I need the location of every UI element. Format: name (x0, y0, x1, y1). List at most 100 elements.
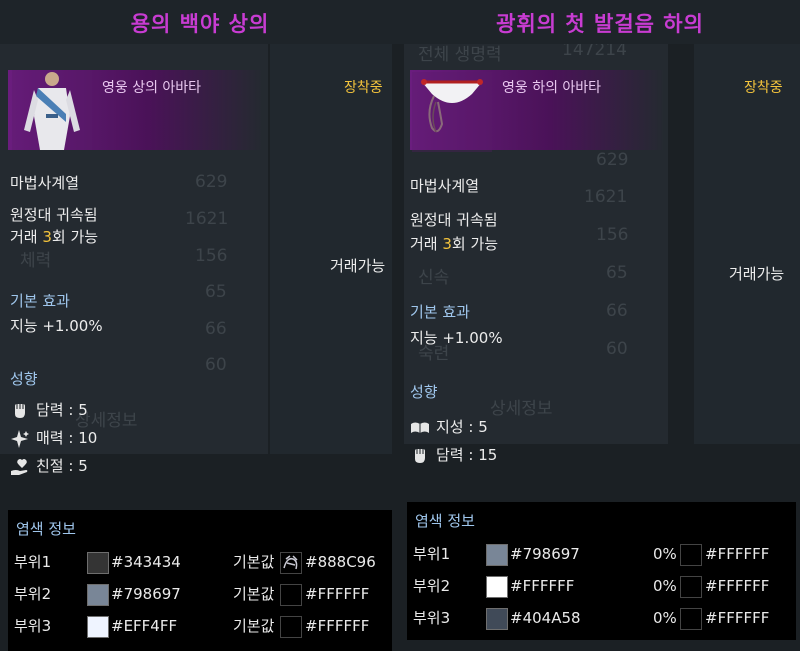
fist-icon (415, 448, 425, 463)
trade-suffix: 회 가능 (451, 235, 499, 253)
dye-color-code: #798697 (510, 545, 580, 563)
trait-label: 친절 : 5 (36, 457, 88, 475)
trait-label: 지성 : 5 (436, 418, 488, 436)
color-swatch (486, 544, 508, 566)
color-swatch (87, 584, 109, 606)
background-side-window (270, 44, 392, 454)
color-swatch (486, 576, 508, 598)
dye-color-code: #798697 (111, 585, 181, 603)
ghost-text: 66 (205, 319, 227, 339)
dye-part: 부위1 (413, 545, 451, 563)
book-icon (411, 422, 429, 433)
bind-status: 원정대 귀속됨 (410, 211, 498, 229)
ghost-text: 65 (205, 282, 227, 302)
item-category: 마법사계열 (10, 174, 80, 192)
tradable-status: 거래가능 (330, 257, 386, 275)
background-side-window (694, 44, 800, 444)
default-swatch (280, 584, 302, 606)
default-color-code: #FFFFFF (305, 617, 370, 635)
default-swatch (680, 544, 702, 566)
right-item-title: 광휘의 첫 발걸음 하의 (496, 12, 704, 36)
dye-part: 부위2 (413, 577, 451, 595)
basic-effect-heading: 기본 효과 (10, 292, 70, 310)
trait-heading: 성향 (10, 370, 38, 388)
pattern-swatch-icon (280, 552, 302, 574)
trade-count-number: 3 (42, 228, 52, 246)
dye-info-heading: 염색 정보 (16, 520, 76, 538)
fist-icon (15, 403, 25, 418)
dye-percent: 0% (653, 545, 677, 563)
trait-label: 담력 : 5 (36, 401, 88, 419)
dye-info-box: 염색 정보 부위1 #343434 기본값 #888C96 부위2 #79869… (8, 510, 392, 651)
item-category: 마법사계열 (410, 177, 480, 195)
default-label: 기본값 (233, 585, 275, 603)
dye-part: 부위3 (14, 617, 52, 635)
dye-info-box: 염색 정보 부위1 #798697 0% #FFFFFF 부위2 #FFFFFF… (407, 502, 796, 640)
item-thumbnail (412, 72, 492, 152)
trade-count: 거래 3회 가능 (10, 226, 98, 247)
default-label: 기본값 (233, 617, 275, 635)
trade-prefix: 거래 (410, 235, 443, 253)
ghost-text: 1621 (185, 209, 229, 229)
basic-effect-heading: 기본 효과 (410, 303, 470, 321)
sparkle-icon (11, 429, 29, 448)
dye-info-heading: 염색 정보 (415, 512, 475, 530)
trait-label: 매력 : 10 (36, 429, 98, 447)
dye-color-code: #EFF4FF (111, 617, 178, 635)
default-color-code: #FFFFFF (705, 545, 770, 563)
trade-suffix: 회 가능 (51, 228, 99, 246)
trait-item: 친절 : 5 (10, 455, 88, 477)
default-color-code: #888C96 (305, 553, 376, 571)
trade-prefix: 거래 (10, 228, 43, 246)
ghost-text: 629 (596, 150, 629, 170)
left-tooltip-panel: 629 1621 156 65 66 60 체력 상세정보 영웅 상의 아바타 … (0, 44, 392, 651)
trait-label: 담력 : 15 (436, 446, 498, 464)
avatar-grade-label: 영웅 하의 아바타 (502, 80, 602, 96)
ghost-text: 1621 (584, 187, 628, 207)
dye-percent: 0% (653, 609, 677, 627)
ghost-text: 전체 생명력 (418, 45, 502, 65)
dye-row: 부위1 (14, 551, 51, 573)
dye-percent: 0% (653, 577, 677, 595)
item-thumbnail (12, 70, 92, 150)
tradable-status: 거래가능 (729, 265, 785, 283)
dye-color-code: #FFFFFF (510, 577, 575, 595)
default-color-code: #FFFFFF (305, 585, 370, 603)
dye-part: 부위1 (14, 553, 52, 571)
dye-color-code: #404A58 (510, 609, 581, 627)
color-swatch (486, 608, 508, 630)
trait-heading: 성향 (410, 383, 438, 401)
dye-row: 부위2 (14, 583, 51, 605)
trade-count: 거래 3회 가능 (410, 233, 498, 254)
default-swatch (680, 576, 702, 598)
equipped-badge: 장착중 (744, 80, 783, 96)
bind-status: 원정대 귀속됨 (10, 206, 98, 224)
ghost-text: 156 (195, 246, 228, 266)
trait-item: 담력 : 5 (10, 399, 88, 421)
avatar-grade-label: 영웅 상의 아바타 (102, 80, 202, 96)
dye-part: 부위3 (413, 609, 451, 627)
ghost-text: 156 (596, 225, 629, 245)
trait-item: 담력 : 15 (410, 444, 497, 466)
dye-color-code: #343434 (111, 553, 181, 571)
ghost-text: 66 (606, 301, 628, 321)
ghost-text: 60 (205, 355, 227, 375)
default-color-code: #FFFFFF (705, 577, 770, 595)
left-item-title: 용의 백야 상의 (130, 12, 270, 36)
default-color-code: #FFFFFF (705, 609, 770, 627)
default-label: 기본값 (233, 553, 275, 571)
dye-part: 부위2 (14, 585, 52, 603)
basic-effect-value: 지능 +1.00% (10, 317, 103, 335)
equipped-badge: 장착중 (344, 80, 383, 96)
dye-row: 부위3 (14, 615, 51, 637)
basic-effect-value: 지능 +1.00% (410, 329, 503, 347)
trade-count-number: 3 (442, 235, 452, 253)
right-tooltip-panel: 전체 생명력 147214 629 1621 156 65 66 60 신속 숙… (404, 44, 800, 651)
ghost-text: 체력 (20, 251, 52, 271)
ghost-text: 상세정보 (490, 399, 553, 419)
default-swatch (280, 616, 302, 638)
trait-item: 매력 : 10 (10, 427, 97, 449)
trait-item: 지성 : 5 (410, 416, 488, 438)
color-swatch (87, 616, 109, 638)
ghost-text: 65 (606, 263, 628, 283)
